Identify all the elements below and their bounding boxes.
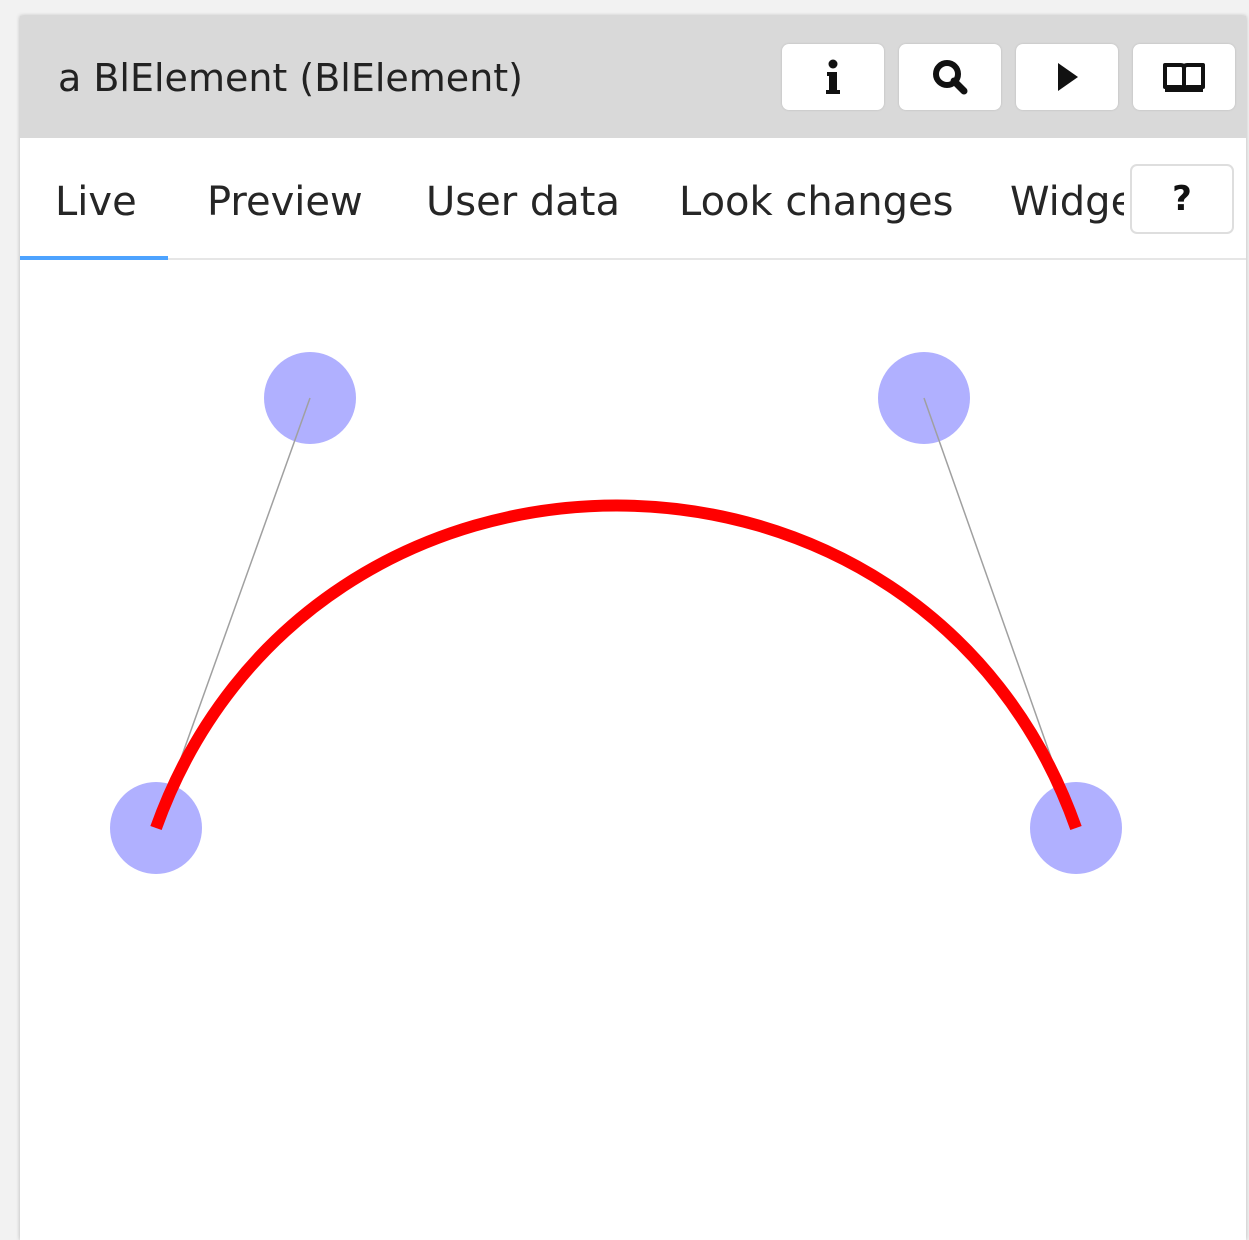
book-icon [1163,63,1205,92]
tab-preview[interactable]: Preview [207,174,363,230]
search-icon [933,60,968,95]
tab-bar: Live Preview User data Look changes Widg… [20,138,1246,261]
book-button[interactable] [1133,44,1235,110]
tab-widget-clip: Widget [1010,174,1124,234]
tab-live[interactable]: Live [55,174,137,230]
bezier-canvas [110,352,1122,874]
inspector-header: a BlElement (BlElement) [20,16,1246,138]
window-title: a BlElement (BlElement) [58,56,523,100]
search-button[interactable] [899,44,1001,110]
play-button[interactable] [1016,44,1118,110]
info-icon [826,59,840,94]
tab-widget[interactable]: Widget [1010,174,1124,230]
tab-look-changes[interactable]: Look changes [679,174,953,230]
tab-user-data[interactable]: User data [426,174,620,230]
bezier-curve [150,499,1082,831]
play-icon [1058,63,1078,91]
help-button[interactable]: ? [1130,164,1234,234]
info-button[interactable] [782,44,884,110]
live-canvas [20,260,1246,1240]
inspector-window: a BlElement (BlElement) Live Preview Use… [20,16,1246,1240]
